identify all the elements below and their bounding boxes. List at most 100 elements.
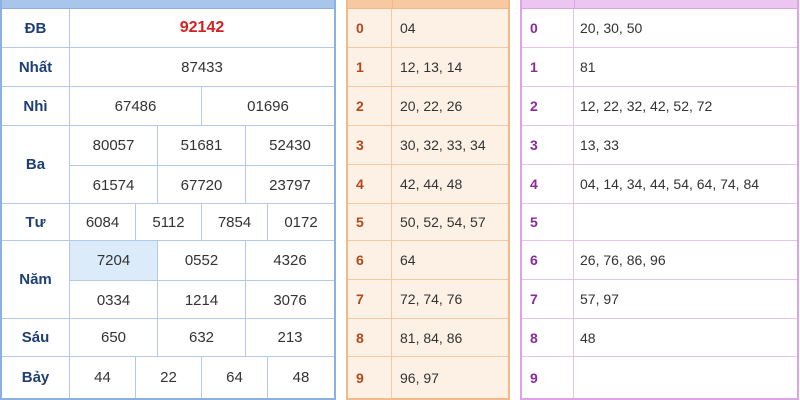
- prize-label-third: Ba: [2, 126, 70, 203]
- head-table-header-bar: [348, 0, 508, 9]
- sixth-prize-number[interactable]: 213: [246, 319, 334, 356]
- tail-table-header-bar: [522, 0, 797, 9]
- seventh-prize-number[interactable]: 22: [136, 357, 202, 398]
- head-digit: 3: [348, 126, 392, 164]
- tail-row: 0 20, 30, 50: [522, 9, 797, 48]
- prize-label-first: Nhất: [2, 48, 70, 86]
- head-digit: 4: [348, 165, 392, 203]
- first-prize-number[interactable]: 87433: [70, 48, 334, 86]
- special-prize-number[interactable]: 92142: [70, 9, 334, 47]
- third-prize-number[interactable]: 51681: [158, 126, 246, 165]
- head-values: 72, 74, 76: [400, 291, 463, 307]
- tail-values: 20, 30, 50: [580, 20, 643, 36]
- third-prize-number[interactable]: 23797: [246, 166, 334, 204]
- head-digit: 8: [348, 319, 392, 356]
- tail-values: 04, 14, 34, 44, 54, 64, 74, 84: [580, 176, 760, 192]
- seventh-prize-number[interactable]: 44: [70, 357, 136, 398]
- tail-values: 13, 33: [580, 137, 619, 153]
- seventh-prize-number[interactable]: 48: [268, 357, 334, 398]
- head-values: 30, 32, 33, 34: [400, 137, 486, 153]
- tail-values: [574, 357, 797, 398]
- fourth-prize-number[interactable]: 6084: [70, 204, 136, 240]
- prize-row-third: Ba 80057 51681 52430 61574 67720 23797: [2, 126, 334, 204]
- head-values: 81, 84, 86: [400, 329, 463, 346]
- head-digit: 0: [348, 9, 392, 47]
- head-row: 2 20, 22, 26: [348, 87, 508, 126]
- tail-digit: 9: [522, 357, 574, 398]
- head-row: 9 96, 97: [348, 357, 508, 398]
- head-row: 4 42, 44, 48: [348, 165, 508, 204]
- tail-digit: 2: [522, 87, 574, 125]
- prize-label-fifth: Năm: [2, 241, 70, 318]
- tail-row: 3 13, 33: [522, 126, 797, 165]
- tail-digit: 5: [522, 204, 574, 240]
- sixth-prize-number[interactable]: 650: [70, 319, 158, 356]
- prize-label-seventh: Bảy: [2, 357, 70, 398]
- tail-row: 1 81: [522, 48, 797, 87]
- fourth-prize-number[interactable]: 0172: [268, 204, 334, 240]
- head-values: 50, 52, 54, 57: [400, 214, 486, 230]
- fifth-prize-number[interactable]: 4326: [246, 241, 334, 280]
- tail-row: 2 12, 22, 32, 42, 52, 72: [522, 87, 797, 126]
- head-digit: 2: [348, 87, 392, 125]
- loto-head-table: 0 04 1 12, 13, 14 2 20, 22, 26 3 30, 32,…: [346, 0, 510, 400]
- third-prize-number[interactable]: 52430: [246, 126, 334, 165]
- prize-row-special: ĐB 92142: [2, 9, 334, 48]
- head-values: 96, 97: [400, 369, 439, 386]
- fifth-prize-number[interactable]: 3076: [246, 281, 334, 319]
- tail-digit: 6: [522, 241, 574, 279]
- prize-label-fourth: Tư: [2, 204, 70, 240]
- head-digit: 9: [348, 357, 392, 398]
- fifth-prize-number[interactable]: 1214: [158, 281, 246, 319]
- prize-row-fifth: Năm 7204 0552 4326 0334 1214 3076: [2, 241, 334, 319]
- head-values: 64: [400, 252, 416, 268]
- tail-values: 81: [580, 59, 596, 75]
- tail-digit: 4: [522, 165, 574, 203]
- prize-row-seventh: Bảy 44 22 64 48: [2, 357, 334, 398]
- tail-values: 57, 97: [580, 291, 619, 307]
- fifth-prize-number-highlighted[interactable]: 7204: [70, 241, 158, 280]
- head-values: 20, 22, 26: [400, 98, 463, 114]
- results-table: ĐB 92142 Nhất 87433 Nhì 67486 01696 Ba 8…: [0, 0, 336, 400]
- prize-row-fourth: Tư 6084 5112 7854 0172: [2, 204, 334, 241]
- prize-label-special: ĐB: [2, 9, 70, 47]
- head-digit: 1: [348, 48, 392, 86]
- prize-label-sixth: Sáu: [2, 319, 70, 356]
- head-values: 42, 44, 48: [400, 176, 463, 192]
- head-digit: 6: [348, 241, 392, 279]
- head-values: 12, 13, 14: [400, 59, 463, 75]
- tail-digit: 0: [522, 9, 574, 47]
- tail-digit: 7: [522, 280, 574, 318]
- loto-tail-table: 0 20, 30, 50 1 81 2 12, 22, 32, 42, 52, …: [520, 0, 799, 400]
- tail-digit: 8: [522, 319, 574, 356]
- tail-digit: 3: [522, 126, 574, 164]
- third-prize-number[interactable]: 67720: [158, 166, 246, 204]
- head-row: 8 81, 84, 86: [348, 319, 508, 357]
- tail-values: [574, 204, 797, 240]
- prize-label-second: Nhì: [2, 87, 70, 125]
- results-table-header-bar: [2, 0, 334, 9]
- fifth-prize-number[interactable]: 0334: [70, 281, 158, 319]
- fourth-prize-number[interactable]: 5112: [136, 204, 202, 240]
- head-row: 1 12, 13, 14: [348, 48, 508, 87]
- tail-row: 5: [522, 204, 797, 241]
- second-prize-number[interactable]: 67486: [70, 87, 202, 125]
- tail-values: 26, 76, 86, 96: [580, 252, 666, 268]
- head-digit: 5: [348, 204, 392, 240]
- tail-row: 8 48: [522, 319, 797, 357]
- tail-row: 4 04, 14, 34, 44, 54, 64, 74, 84: [522, 165, 797, 204]
- tail-row: 6 26, 76, 86, 96: [522, 241, 797, 280]
- prize-row-first: Nhất 87433: [2, 48, 334, 87]
- tail-values: 12, 22, 32, 42, 52, 72: [580, 98, 713, 114]
- head-row: 3 30, 32, 33, 34: [348, 126, 508, 165]
- third-prize-number[interactable]: 61574: [70, 166, 158, 204]
- fifth-prize-number[interactable]: 0552: [158, 241, 246, 280]
- seventh-prize-number[interactable]: 64: [202, 357, 268, 398]
- third-prize-number[interactable]: 80057: [70, 126, 158, 165]
- sixth-prize-number[interactable]: 632: [158, 319, 246, 356]
- head-row: 5 50, 52, 54, 57: [348, 204, 508, 241]
- second-prize-number[interactable]: 01696: [202, 87, 334, 125]
- fourth-prize-number[interactable]: 7854: [202, 204, 268, 240]
- head-values: 04: [400, 20, 416, 36]
- head-digit: 7: [348, 280, 392, 318]
